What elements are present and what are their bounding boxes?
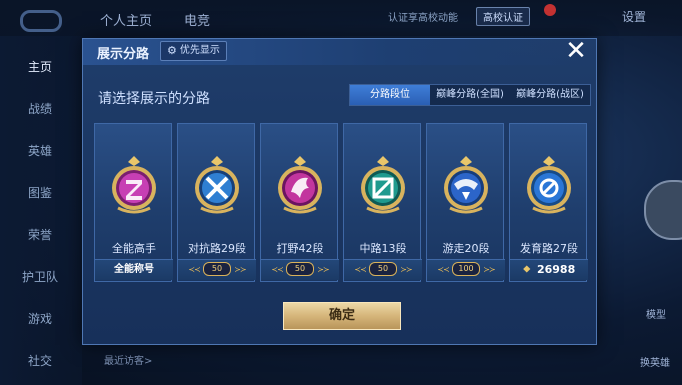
card-lane-label: 中路13段	[359, 242, 407, 255]
card-lane-label: 发育路27段	[520, 242, 578, 255]
wings-right-icon: ≻≻	[400, 265, 412, 274]
lane-card-jungle[interactable]: 打野42段 ≺≺ 50 ≻≻	[260, 123, 339, 282]
modal-header: 展示分路 ⚙ 优先显示	[83, 39, 596, 65]
jungle-emblem-icon	[278, 156, 322, 214]
lane-tabs: 分路段位 巅峰分路(全国) 巅峰分路(战区)	[349, 84, 591, 106]
card-footer: 全能称号	[95, 259, 173, 280]
bg-notification-icon	[544, 4, 556, 16]
lane-card-clash[interactable]: 对抗路29段 ≺≺ 50 ≻≻	[177, 123, 256, 282]
star-badge: 100	[452, 262, 480, 276]
confirm-button[interactable]: 确定	[283, 302, 401, 330]
background-topbar: 个人主页 电竞 认证享高校动能 高校认证 设置	[0, 0, 682, 36]
card-footer: ⯁ 26988	[510, 259, 588, 280]
tab-peak-lane-national[interactable]: 巅峰分路(全国)	[430, 85, 510, 105]
peak-points-value: 26988	[536, 263, 576, 276]
wings-right-icon: ≻≻	[483, 265, 495, 274]
star-badge: 50	[286, 262, 314, 276]
all-round-title-text: 全能称号	[114, 264, 154, 275]
bg-tab-esports[interactable]: 电竞	[184, 10, 210, 29]
gear-icon: ⚙	[167, 44, 177, 57]
tab-lane-rank[interactable]: 分路段位	[350, 85, 430, 105]
lane-card-mid[interactable]: 中路13段 ≺≺ 50 ≻≻	[343, 123, 422, 282]
select-lane-prompt: 请选择展示的分路	[98, 91, 210, 107]
bg-sidebar-item[interactable]: 游戏	[28, 310, 52, 327]
bg-sidebar-item[interactable]: 战绩	[28, 100, 52, 117]
bg-model-label[interactable]: 模型	[646, 306, 666, 321]
bg-hero-circle-icon[interactable]	[644, 180, 682, 240]
bg-campus-badge[interactable]: 高校认证	[476, 7, 530, 26]
peak-points-icon: ⯁	[522, 265, 531, 276]
card-footer: ≺≺ 50 ≻≻	[261, 259, 339, 280]
star-badge: 50	[369, 262, 397, 276]
bg-sidebar-item[interactable]: 英雄	[28, 142, 52, 159]
bg-recent-visitors[interactable]: 最近访客>	[104, 352, 152, 367]
card-lane-label: 打野42段	[276, 242, 324, 255]
priority-display-button[interactable]: ⚙ 优先显示	[160, 41, 227, 61]
lane-card-all-round[interactable]: 全能高手 全能称号	[94, 123, 173, 282]
wings-left-icon: ≺≺	[271, 265, 283, 274]
close-icon[interactable]: ✕	[563, 38, 589, 65]
clash-lane-emblem-icon	[195, 156, 239, 214]
card-lane-label: 全能高手	[112, 242, 156, 255]
bg-change-hero-label[interactable]: 换英雄	[640, 354, 670, 369]
wings-left-icon: ≺≺	[188, 265, 200, 274]
bg-sidebar-item[interactable]: 荣誉	[28, 226, 52, 243]
wings-left-icon: ≺≺	[354, 265, 366, 274]
roam-emblem-icon	[444, 156, 488, 214]
lane-card-farm[interactable]: 发育路27段 ⯁ 26988	[509, 123, 588, 282]
star-badge: 50	[203, 262, 231, 276]
tab-peak-lane-region[interactable]: 巅峰分路(战区)	[510, 85, 590, 105]
card-lane-label: 对抗路29段	[188, 242, 246, 255]
bg-sidebar-item[interactable]: 图鉴	[28, 184, 52, 201]
lane-display-modal: 展示分路 ⚙ 优先显示 ✕ 请选择展示的分路 分路段位 巅峰分路(全国) 巅峰分…	[82, 38, 597, 345]
card-lane-label: 游走20段	[442, 242, 490, 255]
lane-cards: 全能高手 全能称号 对抗路29段 ≺≺ 50 ≻≻ 打野42段 ≺≺ 50 ≻≻…	[94, 123, 588, 283]
wings-left-icon: ≺≺	[437, 265, 449, 274]
card-footer: ≺≺ 50 ≻≻	[344, 259, 422, 280]
bg-tab-profile[interactable]: 个人主页	[100, 10, 152, 29]
card-footer: ≺≺ 50 ≻≻	[178, 259, 256, 280]
all-round-emblem-icon	[112, 156, 156, 214]
bg-sidebar-item[interactable]: 护卫队	[22, 268, 58, 285]
wings-right-icon: ≻≻	[317, 265, 329, 274]
wings-right-icon: ≻≻	[234, 265, 246, 274]
bg-sidebar-item[interactable]: 主页	[28, 58, 52, 75]
background-sidebar: 主页 战绩 英雄 图鉴 荣誉 护卫队 游戏 社交	[0, 36, 82, 385]
mid-lane-emblem-icon	[361, 156, 405, 214]
lane-card-roam[interactable]: 游走20段 ≺≺ 100 ≻≻	[426, 123, 505, 282]
bg-cert-text: 认证享高校动能	[388, 13, 458, 24]
farm-lane-emblem-icon	[527, 156, 571, 214]
priority-display-label: 优先显示	[179, 45, 220, 56]
modal-title: 展示分路	[97, 47, 150, 62]
card-footer: ≺≺ 100 ≻≻	[427, 259, 505, 280]
bg-sidebar-item[interactable]: 社交	[28, 352, 52, 369]
bg-settings[interactable]: 设置	[622, 8, 646, 25]
back-logo-icon[interactable]	[20, 10, 62, 32]
